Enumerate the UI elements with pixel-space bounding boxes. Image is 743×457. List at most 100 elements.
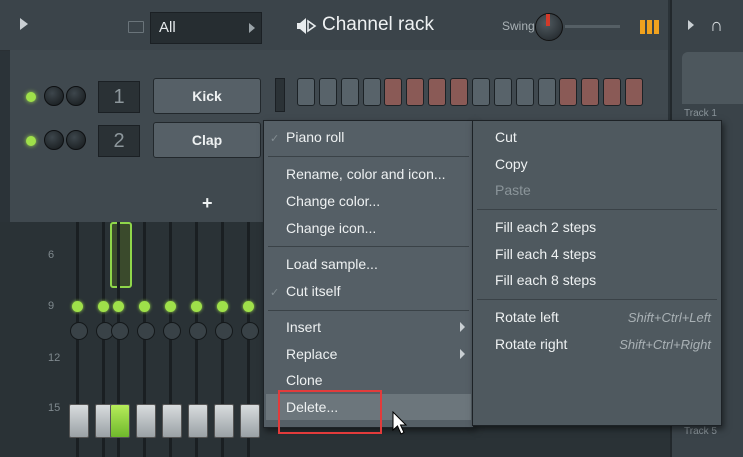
menu-item-insert[interactable]: Insert bbox=[286, 319, 321, 335]
mixer-knob[interactable] bbox=[241, 322, 259, 340]
menu-item-piano-roll[interactable]: Piano roll bbox=[286, 129, 344, 145]
step-button[interactable] bbox=[625, 78, 643, 106]
menu-item-change-color[interactable]: Change color... bbox=[286, 193, 380, 209]
menu-item-rename[interactable]: Rename, color and icon... bbox=[286, 166, 446, 182]
channel-rack-toolbar: All Channel rack Swing bbox=[0, 0, 668, 51]
step-button[interactable] bbox=[603, 78, 621, 106]
mixer-channel bbox=[108, 222, 130, 457]
check-icon: ✓ bbox=[270, 133, 280, 145]
pan-knob[interactable] bbox=[66, 130, 86, 150]
step-button[interactable] bbox=[472, 78, 490, 106]
menu-separator bbox=[268, 156, 469, 157]
mixer-number: 15 bbox=[48, 402, 61, 414]
menu-item-clone[interactable]: Clone bbox=[286, 372, 323, 388]
mixer-knob[interactable] bbox=[163, 322, 181, 340]
step-button[interactable] bbox=[363, 78, 381, 106]
mixer-led[interactable] bbox=[165, 301, 176, 312]
mixer-channel bbox=[238, 222, 260, 457]
mixer-led[interactable] bbox=[113, 301, 124, 312]
mixer-channel bbox=[134, 222, 156, 457]
highlight-annotation-box bbox=[278, 390, 382, 434]
channel-mute-led[interactable] bbox=[26, 136, 36, 146]
mixer-led[interactable] bbox=[217, 301, 228, 312]
step-button[interactable] bbox=[450, 78, 468, 106]
magnet-icon[interactable]: ∩ bbox=[710, 15, 723, 36]
check-icon: ✓ bbox=[270, 287, 280, 299]
menu-item-replace[interactable]: Replace bbox=[286, 346, 337, 362]
mixer-knob[interactable] bbox=[137, 322, 155, 340]
step-button[interactable] bbox=[494, 78, 512, 106]
add-channel-button[interactable]: + bbox=[202, 193, 213, 214]
step-button[interactable] bbox=[319, 78, 337, 106]
mixer-number: 12 bbox=[48, 352, 61, 364]
mixer-fader[interactable] bbox=[188, 404, 208, 438]
channel-name-button[interactable]: Kick bbox=[153, 78, 261, 114]
mixer-led[interactable] bbox=[72, 301, 83, 312]
menu-item-fill-2[interactable]: Fill each 2 steps bbox=[495, 219, 596, 235]
menu-separator bbox=[477, 209, 717, 210]
filter-dropdown[interactable]: All bbox=[150, 12, 262, 44]
mixer-led[interactable] bbox=[139, 301, 150, 312]
mixer-fader[interactable] bbox=[214, 404, 234, 438]
menu-item-cut-itself[interactable]: Cut itself bbox=[286, 283, 340, 299]
channel-mute-led[interactable] bbox=[26, 92, 36, 102]
mixer-led[interactable] bbox=[191, 301, 202, 312]
mixer-channel bbox=[160, 222, 182, 457]
menu-item-copy[interactable]: Copy bbox=[495, 156, 528, 172]
pattern-strip bbox=[682, 52, 743, 104]
mixer-knob[interactable] bbox=[189, 322, 207, 340]
step-button[interactable] bbox=[559, 78, 577, 106]
step-button[interactable] bbox=[406, 78, 424, 106]
mixer-knob[interactable] bbox=[111, 322, 129, 340]
folder-icon[interactable] bbox=[128, 21, 144, 33]
mixer-led[interactable] bbox=[243, 301, 254, 312]
menu-item-paste: Paste bbox=[495, 182, 531, 198]
channel-number[interactable]: 1 bbox=[98, 81, 140, 113]
step-button[interactable] bbox=[516, 78, 534, 106]
step-button[interactable] bbox=[297, 78, 315, 106]
menu-item-rotate-right[interactable]: Rotate right bbox=[495, 336, 567, 352]
mixer-fader[interactable] bbox=[69, 404, 89, 438]
menu-item-rotate-left[interactable]: Rotate left bbox=[495, 309, 559, 325]
mixer-channel bbox=[212, 222, 234, 457]
step-button[interactable] bbox=[581, 78, 599, 106]
shortcut-label: Shift+Ctrl+Left bbox=[627, 310, 711, 325]
pan-knob[interactable] bbox=[66, 86, 86, 106]
mixer-channel bbox=[186, 222, 208, 457]
channel-level-bar bbox=[275, 78, 285, 112]
mixer-fader[interactable] bbox=[240, 404, 260, 438]
mixer-fader[interactable] bbox=[136, 404, 156, 438]
menu-item-fill-4[interactable]: Fill each 4 steps bbox=[495, 246, 596, 262]
play-arrow-icon[interactable] bbox=[688, 20, 694, 30]
chevron-right-icon bbox=[460, 349, 465, 359]
shortcut-label: Shift+Ctrl+Right bbox=[619, 337, 711, 352]
volume-knob[interactable] bbox=[44, 130, 64, 150]
step-button[interactable] bbox=[341, 78, 359, 106]
mixer-knob[interactable] bbox=[215, 322, 233, 340]
step-button[interactable] bbox=[538, 78, 556, 106]
menu-item-cut[interactable]: Cut bbox=[495, 129, 517, 145]
play-arrow-icon[interactable] bbox=[20, 18, 28, 30]
filter-value: All bbox=[159, 19, 176, 36]
channel-name-button[interactable]: Clap bbox=[153, 122, 261, 158]
mixer-knob[interactable] bbox=[70, 322, 88, 340]
mixer-fader[interactable] bbox=[110, 404, 130, 438]
channel-number[interactable]: 2 bbox=[98, 125, 140, 157]
volume-knob[interactable] bbox=[44, 86, 64, 106]
graph-icon[interactable] bbox=[640, 20, 660, 34]
menu-item-fill-8[interactable]: Fill each 8 steps bbox=[495, 272, 596, 288]
swing-slider[interactable] bbox=[565, 25, 620, 28]
step-button[interactable] bbox=[384, 78, 402, 106]
channel-context-menu: ✓ Piano roll Rename, color and icon... C… bbox=[263, 120, 474, 428]
menu-separator bbox=[477, 299, 717, 300]
menu-item-load-sample[interactable]: Load sample... bbox=[286, 256, 378, 272]
step-context-menu: Cut Copy Paste Fill each 2 steps Fill ea… bbox=[472, 120, 722, 426]
chevron-right-icon bbox=[460, 322, 465, 332]
chevron-right-icon bbox=[249, 23, 255, 33]
mixer-channel bbox=[67, 222, 89, 457]
mixer-fader[interactable] bbox=[162, 404, 182, 438]
speaker-icon[interactable] bbox=[297, 17, 317, 35]
step-button[interactable] bbox=[428, 78, 446, 106]
menu-item-change-icon[interactable]: Change icon... bbox=[286, 220, 376, 236]
mixer-number: 6 bbox=[48, 249, 55, 261]
